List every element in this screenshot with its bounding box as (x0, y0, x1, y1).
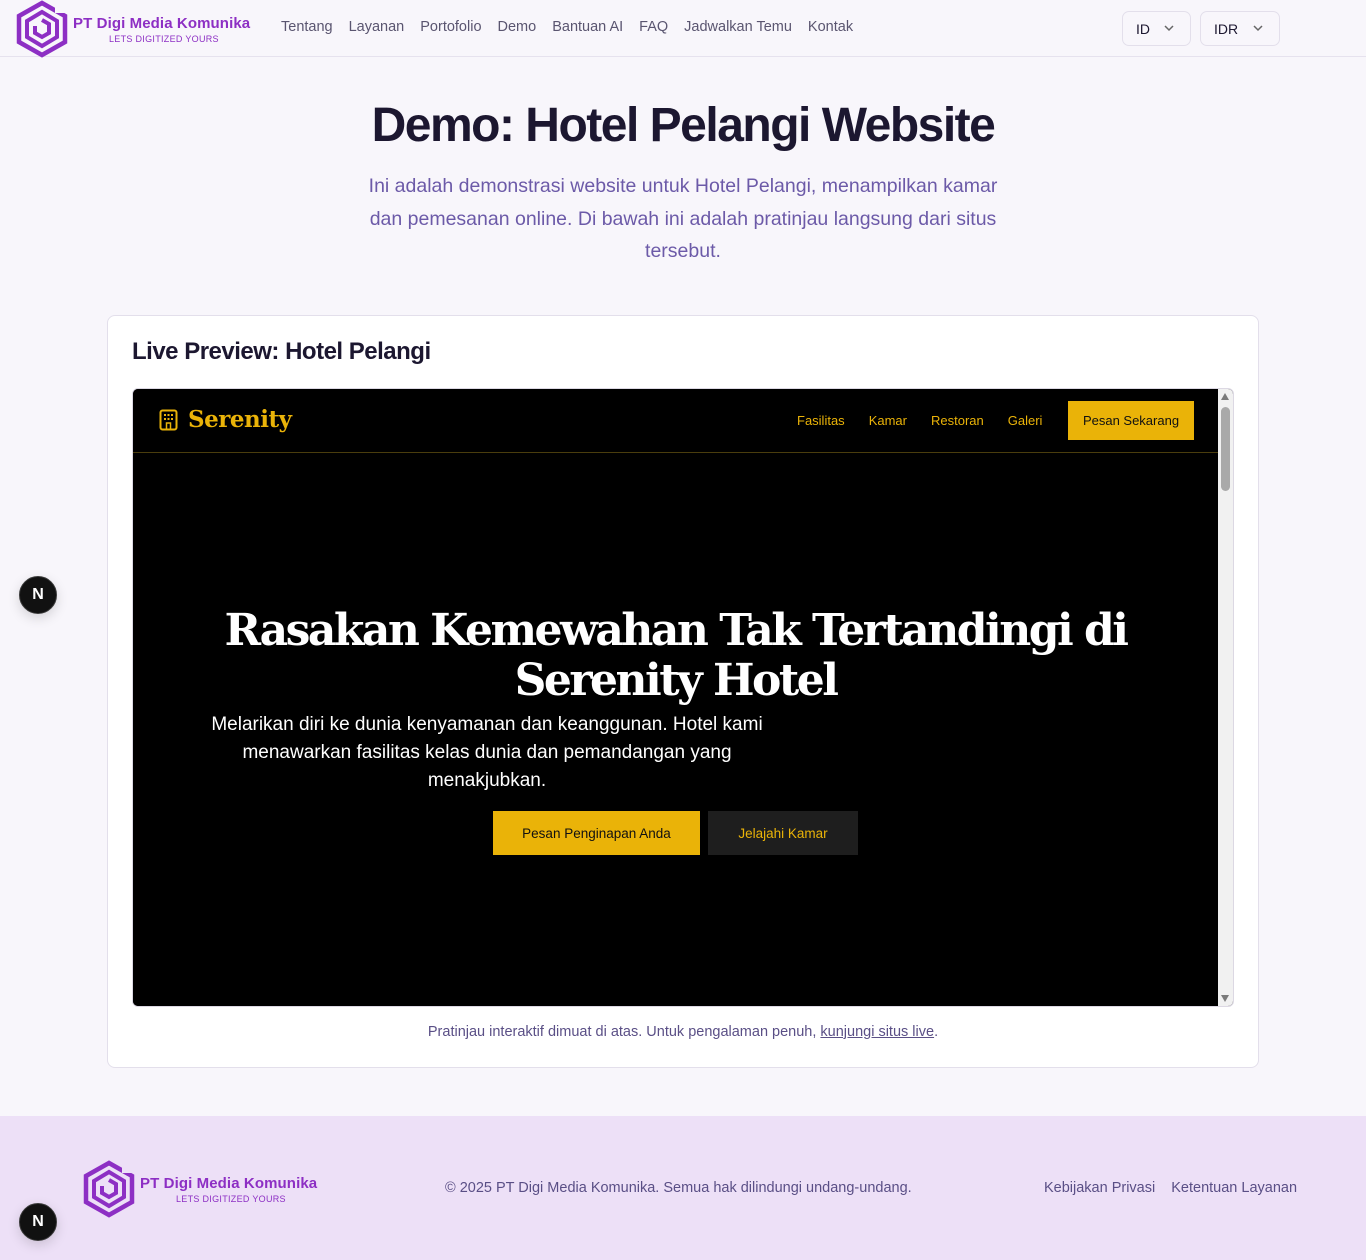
logo-mark-icon (83, 1160, 135, 1218)
scroll-down-arrow-icon[interactable] (1221, 995, 1229, 1002)
chevron-down-icon (1164, 25, 1174, 32)
hotel-navbar: Serenity Fasilitas Kamar Restoran Galeri… (133, 389, 1218, 453)
hotel-nav-fasilitas[interactable]: Fasilitas (797, 413, 845, 428)
privacy-policy-link[interactable]: Kebijakan Privasi (1044, 1180, 1155, 1196)
book-stay-button[interactable]: Pesan Penginapan Anda (493, 811, 700, 855)
footer-logo[interactable]: PT Digi Media Komunika LETS DIGITIZED YO… (82, 1158, 317, 1220)
hotel-subtext: Melarikan diri ke dunia kenyamanan dan k… (211, 714, 763, 791)
visit-live-site-link[interactable]: kunjungi situs live (820, 1024, 934, 1040)
hotel-brand-name: Serenity (188, 406, 292, 433)
scroll-up-arrow-icon[interactable] (1221, 393, 1229, 400)
nav-link-kontak[interactable]: Kontak (808, 19, 853, 35)
logo-mark-icon (16, 0, 68, 58)
nav-link-layanan[interactable]: Layanan (349, 19, 405, 35)
preview-title: Live Preview: Hotel Pelangi (132, 338, 431, 365)
scroll-thumb[interactable] (1221, 407, 1230, 491)
language-value: ID (1136, 20, 1150, 37)
nav-link-demo[interactable]: Demo (498, 19, 537, 35)
language-select[interactable]: ID (1122, 11, 1191, 46)
nav-link-portofolio[interactable]: Portofolio (420, 19, 481, 35)
logo-name: PT Digi Media Komunika (73, 14, 251, 32)
logo-tagline: LETS DIGITIZED YOURS (109, 33, 219, 44)
hotel-nav-links: Fasilitas Kamar Restoran Galeri (797, 413, 1066, 428)
footer-logo-name: PT Digi Media Komunika (140, 1174, 318, 1192)
page-description: Ini adalah demonstrasi website untuk Hot… (368, 175, 998, 262)
explore-rooms-button[interactable]: Jelajahi Kamar (708, 811, 858, 855)
hotel-headline: Rasakan Kemewahan Tak Tertandingi di Ser… (224, 605, 1129, 706)
currency-value: IDR (1214, 20, 1239, 37)
live-preview-card: Live Preview: Hotel Pelangi Serenity Fas… (107, 315, 1259, 1068)
nav-link-bantuan-ai[interactable]: Bantuan AI (552, 19, 623, 35)
footer-logo-tagline: LETS DIGITIZED YOURS (176, 1193, 286, 1204)
hotel-brand[interactable]: Serenity (159, 406, 292, 433)
copyright-text: © 2025 PT Digi Media Komunika. Semua hak… (445, 1180, 912, 1196)
hotel-nav-kamar[interactable]: Kamar (869, 413, 907, 428)
main-nav: Tentang Layanan Portofolio Demo Bantuan … (281, 19, 869, 35)
company-logo[interactable]: PT Digi Media Komunika LETS DIGITIZED YO… (15, 0, 250, 58)
preview-note-end: . (934, 1024, 939, 1040)
nav-link-faq[interactable]: FAQ (639, 19, 668, 35)
preview-note-text: Pratinjau interaktif dimuat di atas. Unt… (427, 1024, 821, 1040)
chevron-down-icon (1253, 25, 1263, 32)
hotel-building-icon (159, 409, 178, 430)
hotel-nav-restoran[interactable]: Restoran (931, 413, 984, 428)
currency-select[interactable]: IDR (1200, 11, 1280, 46)
book-now-button[interactable]: Pesan Sekarang (1068, 401, 1194, 440)
preview-note: Pratinjau interaktif dimuat di atas. Unt… (108, 1024, 1258, 1040)
hotel-site: Serenity Fasilitas Kamar Restoran Galeri… (133, 389, 1218, 1006)
next-dev-indicator-button[interactable]: N (19, 1203, 57, 1241)
nav-link-tentang[interactable]: Tentang (281, 19, 333, 35)
preview-iframe[interactable]: Serenity Fasilitas Kamar Restoran Galeri… (132, 388, 1234, 1007)
terms-of-service-link[interactable]: Ketentuan Layanan (1171, 1180, 1297, 1196)
nav-link-jadwalkan-temu[interactable]: Jadwalkan Temu (684, 19, 792, 35)
footer: PT Digi Media Komunika LETS DIGITIZED YO… (0, 1116, 1366, 1260)
iframe-scrollbar[interactable] (1218, 389, 1233, 1006)
next-dev-indicator-button[interactable]: N (19, 576, 57, 614)
footer-links: Kebijakan Privasi Ketentuan Layanan (1044, 1180, 1313, 1196)
top-navbar: PT Digi Media Komunika LETS DIGITIZED YO… (0, 0, 1366, 58)
hotel-nav-galeri[interactable]: Galeri (1008, 413, 1043, 428)
page-title: Demo: Hotel Pelangi Website (371, 99, 996, 152)
